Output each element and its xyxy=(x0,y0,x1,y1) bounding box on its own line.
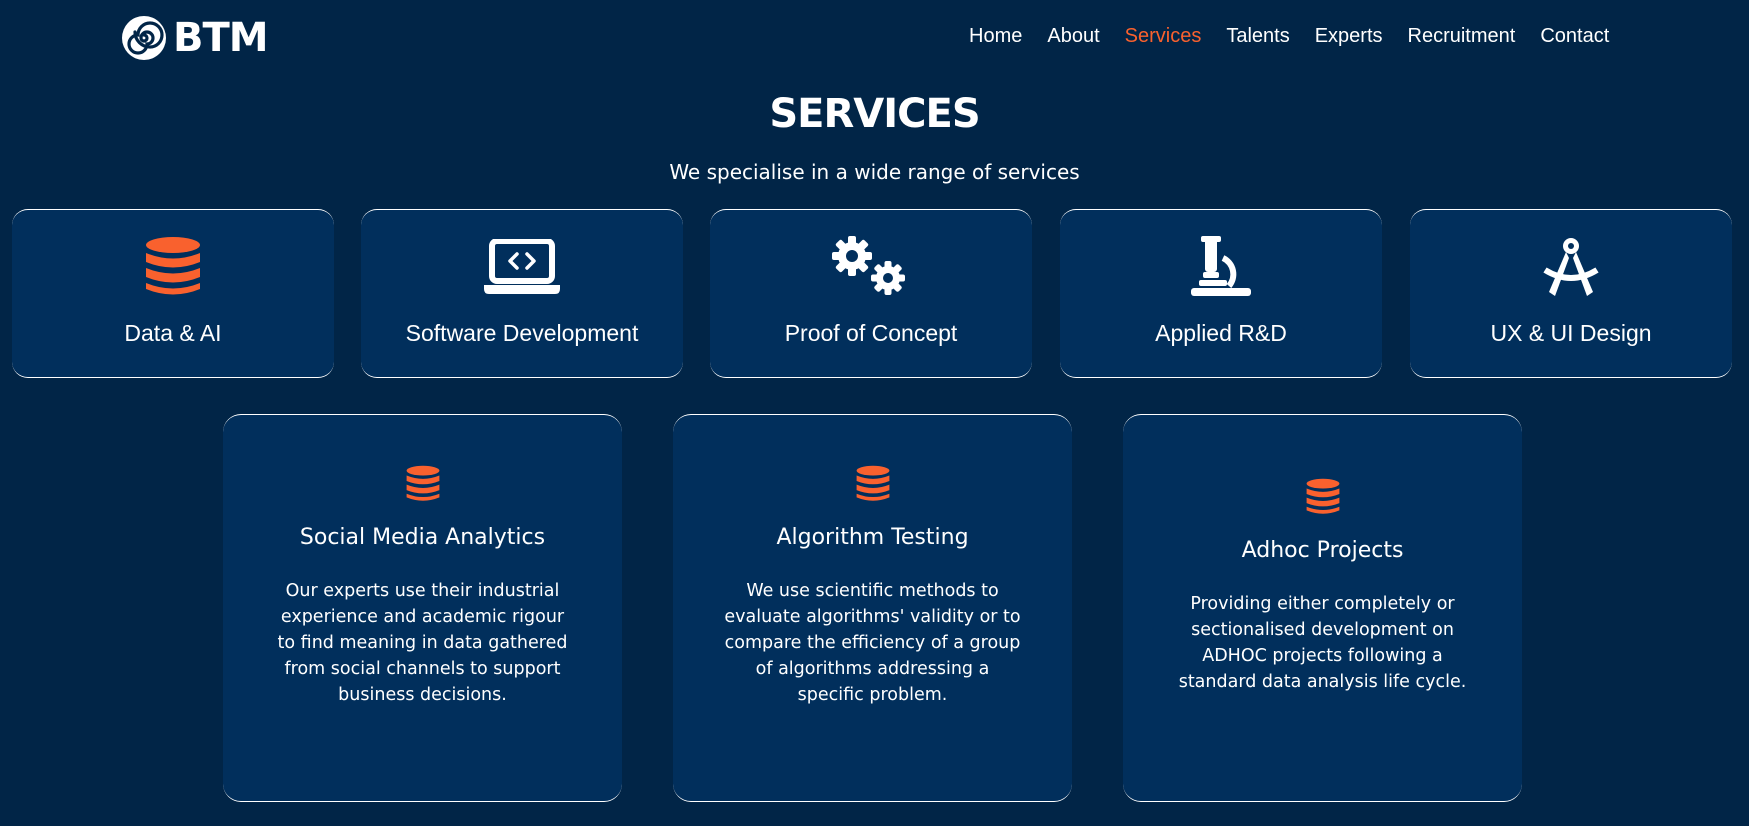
database-icon xyxy=(223,465,622,505)
service-card-proof-of-concept[interactable]: Proof of Concept xyxy=(710,209,1032,378)
microscope-icon xyxy=(1060,236,1382,298)
page-title: SERVICES xyxy=(769,91,980,137)
nav-contact[interactable]: Contact xyxy=(1540,22,1609,50)
page-subtitle: We specialise in a wide range of service… xyxy=(669,160,1080,184)
service-label: Software Development xyxy=(405,320,639,346)
detail-card-social-media-analytics: Social Media Analytics Our experts use t… xyxy=(223,414,622,802)
service-card-data-ai[interactable]: Data & AI xyxy=(12,209,334,378)
spiral-logo-icon xyxy=(122,16,166,60)
nav-services[interactable]: Services xyxy=(1125,22,1202,50)
detail-card-algorithm-testing: Algorithm Testing We use scientific meth… xyxy=(673,414,1072,802)
detail-text: We use scientific methods to evaluate al… xyxy=(724,581,1021,705)
service-label: Proof of Concept xyxy=(784,320,958,346)
database-icon xyxy=(1123,478,1522,518)
database-icon xyxy=(673,465,1072,505)
gears-icon xyxy=(710,236,1032,298)
nav-talents[interactable]: Talents xyxy=(1226,22,1289,50)
nav-experts[interactable]: Experts xyxy=(1315,22,1383,50)
detail-title: Adhoc Projects xyxy=(1241,538,1404,563)
brand-logo[interactable]: BTM xyxy=(121,14,269,62)
detail-title: Algorithm Testing xyxy=(776,525,969,550)
compass-drafting-icon xyxy=(1410,236,1732,298)
detail-text: Our experts use their industrial experie… xyxy=(277,581,568,705)
detail-title: Social Media Analytics xyxy=(299,525,546,550)
laptop-code-icon xyxy=(361,236,683,298)
database-icon xyxy=(12,236,334,298)
service-label: Applied R&D xyxy=(1155,320,1287,346)
service-card-software-development[interactable]: Software Development xyxy=(361,209,683,378)
service-label: UX & UI Design xyxy=(1490,320,1652,346)
site-header: BTM Home About Services Talents Experts … xyxy=(0,0,1749,72)
detail-card-adhoc-projects: Adhoc Projects Providing either complete… xyxy=(1123,414,1522,802)
nav-recruitment[interactable]: Recruitment xyxy=(1408,22,1516,50)
detail-text: Providing either completely or sectional… xyxy=(1178,594,1467,692)
service-label: Data & AI xyxy=(124,320,222,346)
service-card-applied-rd[interactable]: Applied R&D xyxy=(1060,209,1382,378)
main-nav: Home About Services Talents Experts Recr… xyxy=(969,22,1634,50)
service-card-ux-ui-design[interactable]: UX & UI Design xyxy=(1410,209,1732,378)
brand-name: BTM xyxy=(173,15,269,61)
nav-home[interactable]: Home xyxy=(969,22,1022,50)
nav-about[interactable]: About xyxy=(1047,22,1099,50)
